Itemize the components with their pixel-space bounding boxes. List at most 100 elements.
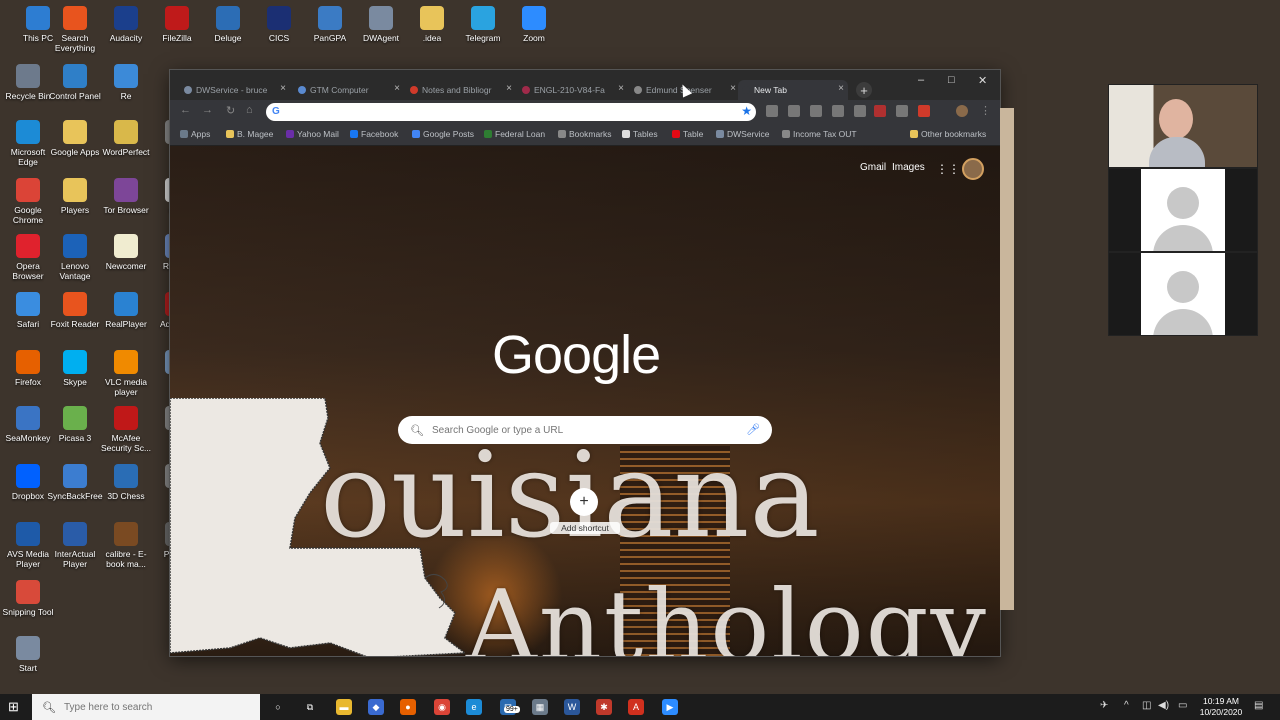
participant-video-tile[interactable]: [1108, 84, 1258, 168]
desktop-icon[interactable]: CICS: [251, 6, 307, 43]
bookmark-star-icon[interactable]: ★: [741, 104, 752, 118]
browser-tab[interactable]: GTM Computer ×: [294, 80, 404, 100]
bookmark-item[interactable]: B. Magee: [226, 129, 273, 139]
maximize-button[interactable]: □: [948, 74, 955, 86]
browser-tab[interactable]: New Tab ×: [738, 80, 848, 100]
add-shortcut-label[interactable]: Add shortcut: [550, 522, 620, 534]
word-icon[interactable]: W: [564, 699, 580, 715]
desktop-icon[interactable]: McAfee Security Sc...: [98, 406, 154, 453]
desktop-icon[interactable]: calibre - E-book ma...: [98, 522, 154, 569]
microphone-icon[interactable]: 🎤︎: [746, 423, 760, 436]
extension-icon[interactable]: [832, 105, 844, 117]
desktop-icon[interactable]: Re: [98, 64, 154, 101]
bookmark-item[interactable]: Income Tax OUT: [782, 129, 857, 139]
participant-tile[interactable]: [1108, 168, 1258, 252]
gmail-link[interactable]: Gmail: [860, 162, 886, 173]
desktop-icon[interactable]: Google Apps: [47, 120, 103, 157]
volume-icon[interactable]: ◀): [1158, 700, 1169, 711]
google-search-input[interactable]: [431, 424, 732, 436]
desktop-icon[interactable]: VLC media player: [98, 350, 154, 397]
desktop-icon[interactable]: Newcomer: [98, 234, 154, 271]
desktop-icon[interactable]: Zoom: [506, 6, 562, 43]
desktop-icon[interactable]: Telegram: [455, 6, 511, 43]
profile-avatar-icon[interactable]: [956, 105, 968, 117]
bookmark-item[interactable]: Table: [672, 129, 703, 139]
browser-tab[interactable]: DWService - bruce ×: [180, 80, 290, 100]
dwservice-icon[interactable]: ◆: [368, 699, 384, 715]
tab-close-icon[interactable]: ×: [280, 83, 286, 94]
extension-icon[interactable]: [874, 105, 886, 117]
desktop-icon[interactable]: SyncBackFree: [47, 464, 103, 501]
desktop-icon[interactable]: Deluge: [200, 6, 256, 43]
battery-icon[interactable]: ▭: [1178, 700, 1187, 711]
desktop-icon[interactable]: Skype: [47, 350, 103, 387]
desktop-icon[interactable]: FileZilla: [149, 6, 205, 43]
bookmark-item[interactable]: Federal Loan: [484, 129, 545, 139]
desktop-icon[interactable]: Foxit Reader: [47, 292, 103, 329]
add-shortcut-button[interactable]: +: [570, 488, 598, 516]
tool-icon[interactable]: ✱: [596, 699, 612, 715]
extension-icon[interactable]: [766, 105, 778, 117]
cortana-icon[interactable]: ○: [270, 699, 286, 715]
tab-close-icon[interactable]: ×: [838, 83, 844, 94]
extension-icon[interactable]: [788, 105, 800, 117]
extension-icon[interactable]: [896, 105, 908, 117]
tab-close-icon[interactable]: ×: [618, 83, 624, 94]
desktop-icon[interactable]: Search Everything: [47, 6, 103, 53]
acrobat-icon[interactable]: A: [628, 699, 644, 715]
desktop-icon[interactable]: Tor Browser: [98, 178, 154, 215]
desktop-icon[interactable]: DWAgent: [353, 6, 409, 43]
desktop-icon[interactable]: 3D Chess: [98, 464, 154, 501]
desktop-icon[interactable]: Audacity: [98, 6, 154, 43]
people-icon[interactable]: ✈: [1100, 700, 1108, 711]
browser-tab[interactable]: ENGL-210-V84-Fa ×: [518, 80, 628, 100]
bookmark-item[interactable]: Tables: [622, 129, 658, 139]
desktop-icon[interactable]: PanGPA: [302, 6, 358, 43]
desktop-icon[interactable]: WordPerfect: [98, 120, 154, 157]
edge-icon[interactable]: e: [466, 699, 482, 715]
calculator-icon[interactable]: ▦: [532, 699, 548, 715]
extension-icon[interactable]: [918, 105, 930, 117]
desktop-icon[interactable]: Snipping Tool: [0, 580, 56, 617]
bookmark-item[interactable]: Yahoo Mail: [286, 129, 339, 139]
network-icon[interactable]: ◫: [1142, 700, 1151, 711]
forward-icon[interactable]: →: [202, 104, 213, 116]
menu-icon[interactable]: ⋮: [980, 104, 991, 117]
tab-close-icon[interactable]: ×: [394, 83, 400, 94]
bookmark-item[interactable]: DWService: [716, 129, 770, 139]
notifications-icon[interactable]: ▤: [1254, 700, 1263, 711]
system-clock[interactable]: 10:19 AM 10/20/2020: [1198, 696, 1244, 718]
bookmark-item[interactable]: Bookmarks: [558, 129, 612, 139]
address-bar[interactable]: G ★: [266, 103, 756, 121]
extension-icon[interactable]: [810, 105, 822, 117]
reload-icon[interactable]: ↻: [226, 104, 235, 117]
desktop-icon[interactable]: Players: [47, 178, 103, 215]
tab-close-icon[interactable]: ×: [730, 83, 736, 94]
close-window-button[interactable]: ✕: [978, 74, 987, 87]
taskbar-search-box[interactable]: 🔍︎: [32, 694, 260, 720]
tab-close-icon[interactable]: ×: [506, 83, 512, 94]
desktop-icon[interactable]: RealPlayer: [98, 292, 154, 329]
desktop-icon[interactable]: Picasa 3: [47, 406, 103, 443]
extension-icon[interactable]: [854, 105, 866, 117]
participant-tile[interactable]: [1108, 252, 1258, 336]
file-explorer-icon[interactable]: ▬: [336, 699, 352, 715]
windows-start-icon[interactable]: ⊞: [8, 699, 22, 714]
browser-tab[interactable]: Notes and Bibliogr ×: [406, 80, 516, 100]
desktop-icon[interactable]: .idea: [404, 6, 460, 43]
desktop-icon[interactable]: InterActual Player: [47, 522, 103, 569]
chrome-icon[interactable]: ◉: [434, 699, 450, 715]
taskbar-search-input[interactable]: [63, 701, 254, 713]
back-icon[interactable]: ←: [180, 104, 191, 116]
minimize-button[interactable]: –: [918, 74, 924, 86]
home-icon[interactable]: ⌂: [246, 104, 253, 116]
account-avatar[interactable]: [962, 158, 984, 180]
bookmark-item[interactable]: Other bookmarks: [910, 129, 986, 139]
new-tab-button[interactable]: +: [856, 82, 872, 98]
bookmark-item[interactable]: Apps: [180, 129, 210, 139]
bookmark-item[interactable]: Google Posts: [412, 129, 474, 139]
bookmark-item[interactable]: Facebook: [350, 129, 398, 139]
desktop-icon[interactable]: Start: [0, 636, 56, 673]
show-hidden-icons-icon[interactable]: ^: [1124, 700, 1129, 711]
zoom-icon[interactable]: ▶: [662, 699, 678, 715]
